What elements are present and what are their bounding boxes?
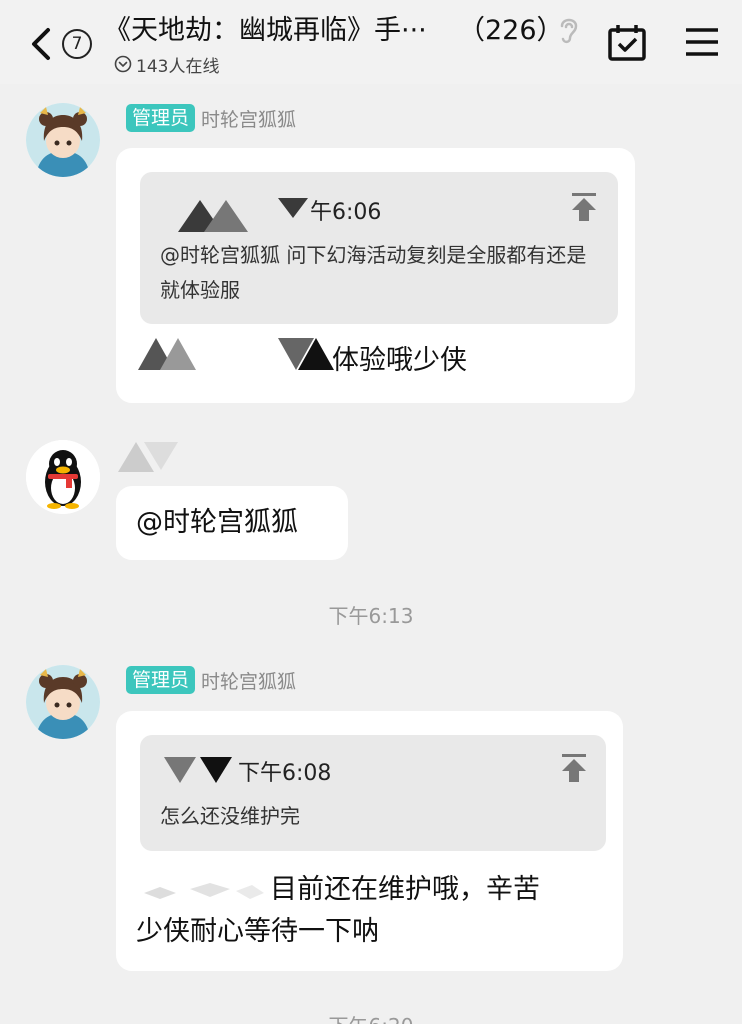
sender-name[interactable]: 时轮宫狐狐 (201, 105, 296, 132)
online-status[interactable]: 143人在线 (114, 52, 220, 77)
admin-avatar[interactable] (26, 103, 100, 177)
redacted-mark (278, 338, 334, 370)
message-text: @时轮宫狐狐 (136, 507, 298, 538)
back-arrow-icon[interactable] (26, 24, 58, 64)
sender-info: 管理员 时轮宫狐狐 (126, 666, 296, 694)
redacted-mark (138, 338, 196, 370)
sender-info: 管理员 时轮宫狐狐 (126, 104, 296, 132)
sender-name[interactable]: 时轮宫狐狐 (201, 667, 296, 694)
redacted-mark (278, 198, 308, 218)
quote-time: 下午6:08 (238, 761, 332, 786)
message-bubble[interactable]: 下午6:08 怎么还没维护完 目前还在维护哦，辛苦 少侠耐心等待一下呐 (116, 711, 623, 971)
pin-top-icon[interactable] (560, 753, 588, 783)
quote-time: 午6:06 (310, 200, 382, 225)
redacted-mark (178, 200, 248, 232)
online-count: 143人在线 (136, 56, 220, 77)
message-bubble[interactable]: 午6:06 @时轮宫狐狐 问下幻海活动复刻是全服都有还是就体验服 体验哦少侠 (116, 148, 635, 403)
admin-tag: 管理员 (126, 104, 196, 132)
penguin-icon (26, 440, 100, 514)
reply-text: 体验哦少侠 (332, 345, 467, 376)
quoted-message[interactable]: 午6:06 @时轮宫狐狐 问下幻海活动复刻是全服都有还是就体验服 (140, 172, 618, 324)
timestamp: 下午6:20 (0, 1010, 742, 1024)
quote-text: @时轮宫狐狐 问下幻海活动复刻是全服都有还是就体验服 (160, 243, 587, 302)
ear-icon[interactable] (556, 14, 582, 46)
message-bubble[interactable]: @时轮宫狐狐 (116, 486, 348, 560)
calendar-check-icon[interactable] (607, 24, 647, 62)
quote-text: 怎么还没维护完 (160, 804, 300, 828)
redacted-sender-name (118, 442, 178, 472)
redacted-mark (144, 883, 264, 899)
admin-avatar[interactable] (26, 665, 100, 739)
redacted-mark (164, 757, 232, 783)
quoted-message[interactable]: 下午6:08 怎么还没维护完 (140, 735, 606, 851)
pin-top-icon[interactable] (570, 192, 598, 222)
hamburger-menu-icon[interactable] (684, 26, 720, 58)
unread-count-badge[interactable]: 7 (62, 29, 92, 59)
chat-header: 7 《天地劫：幽城再临》手··· （226） 143人在线 (0, 0, 742, 84)
timestamp: 下午6:13 (328, 604, 414, 628)
user-avatar[interactable] (26, 440, 100, 514)
chevron-down-circle-icon (114, 55, 132, 73)
reply-text-line-1: 目前还在维护哦，辛苦 (270, 874, 540, 905)
reply-text-line-2: 少侠耐心等待一下呐 (136, 916, 379, 947)
admin-tag: 管理员 (126, 666, 196, 694)
member-count: （226） (458, 15, 564, 46)
